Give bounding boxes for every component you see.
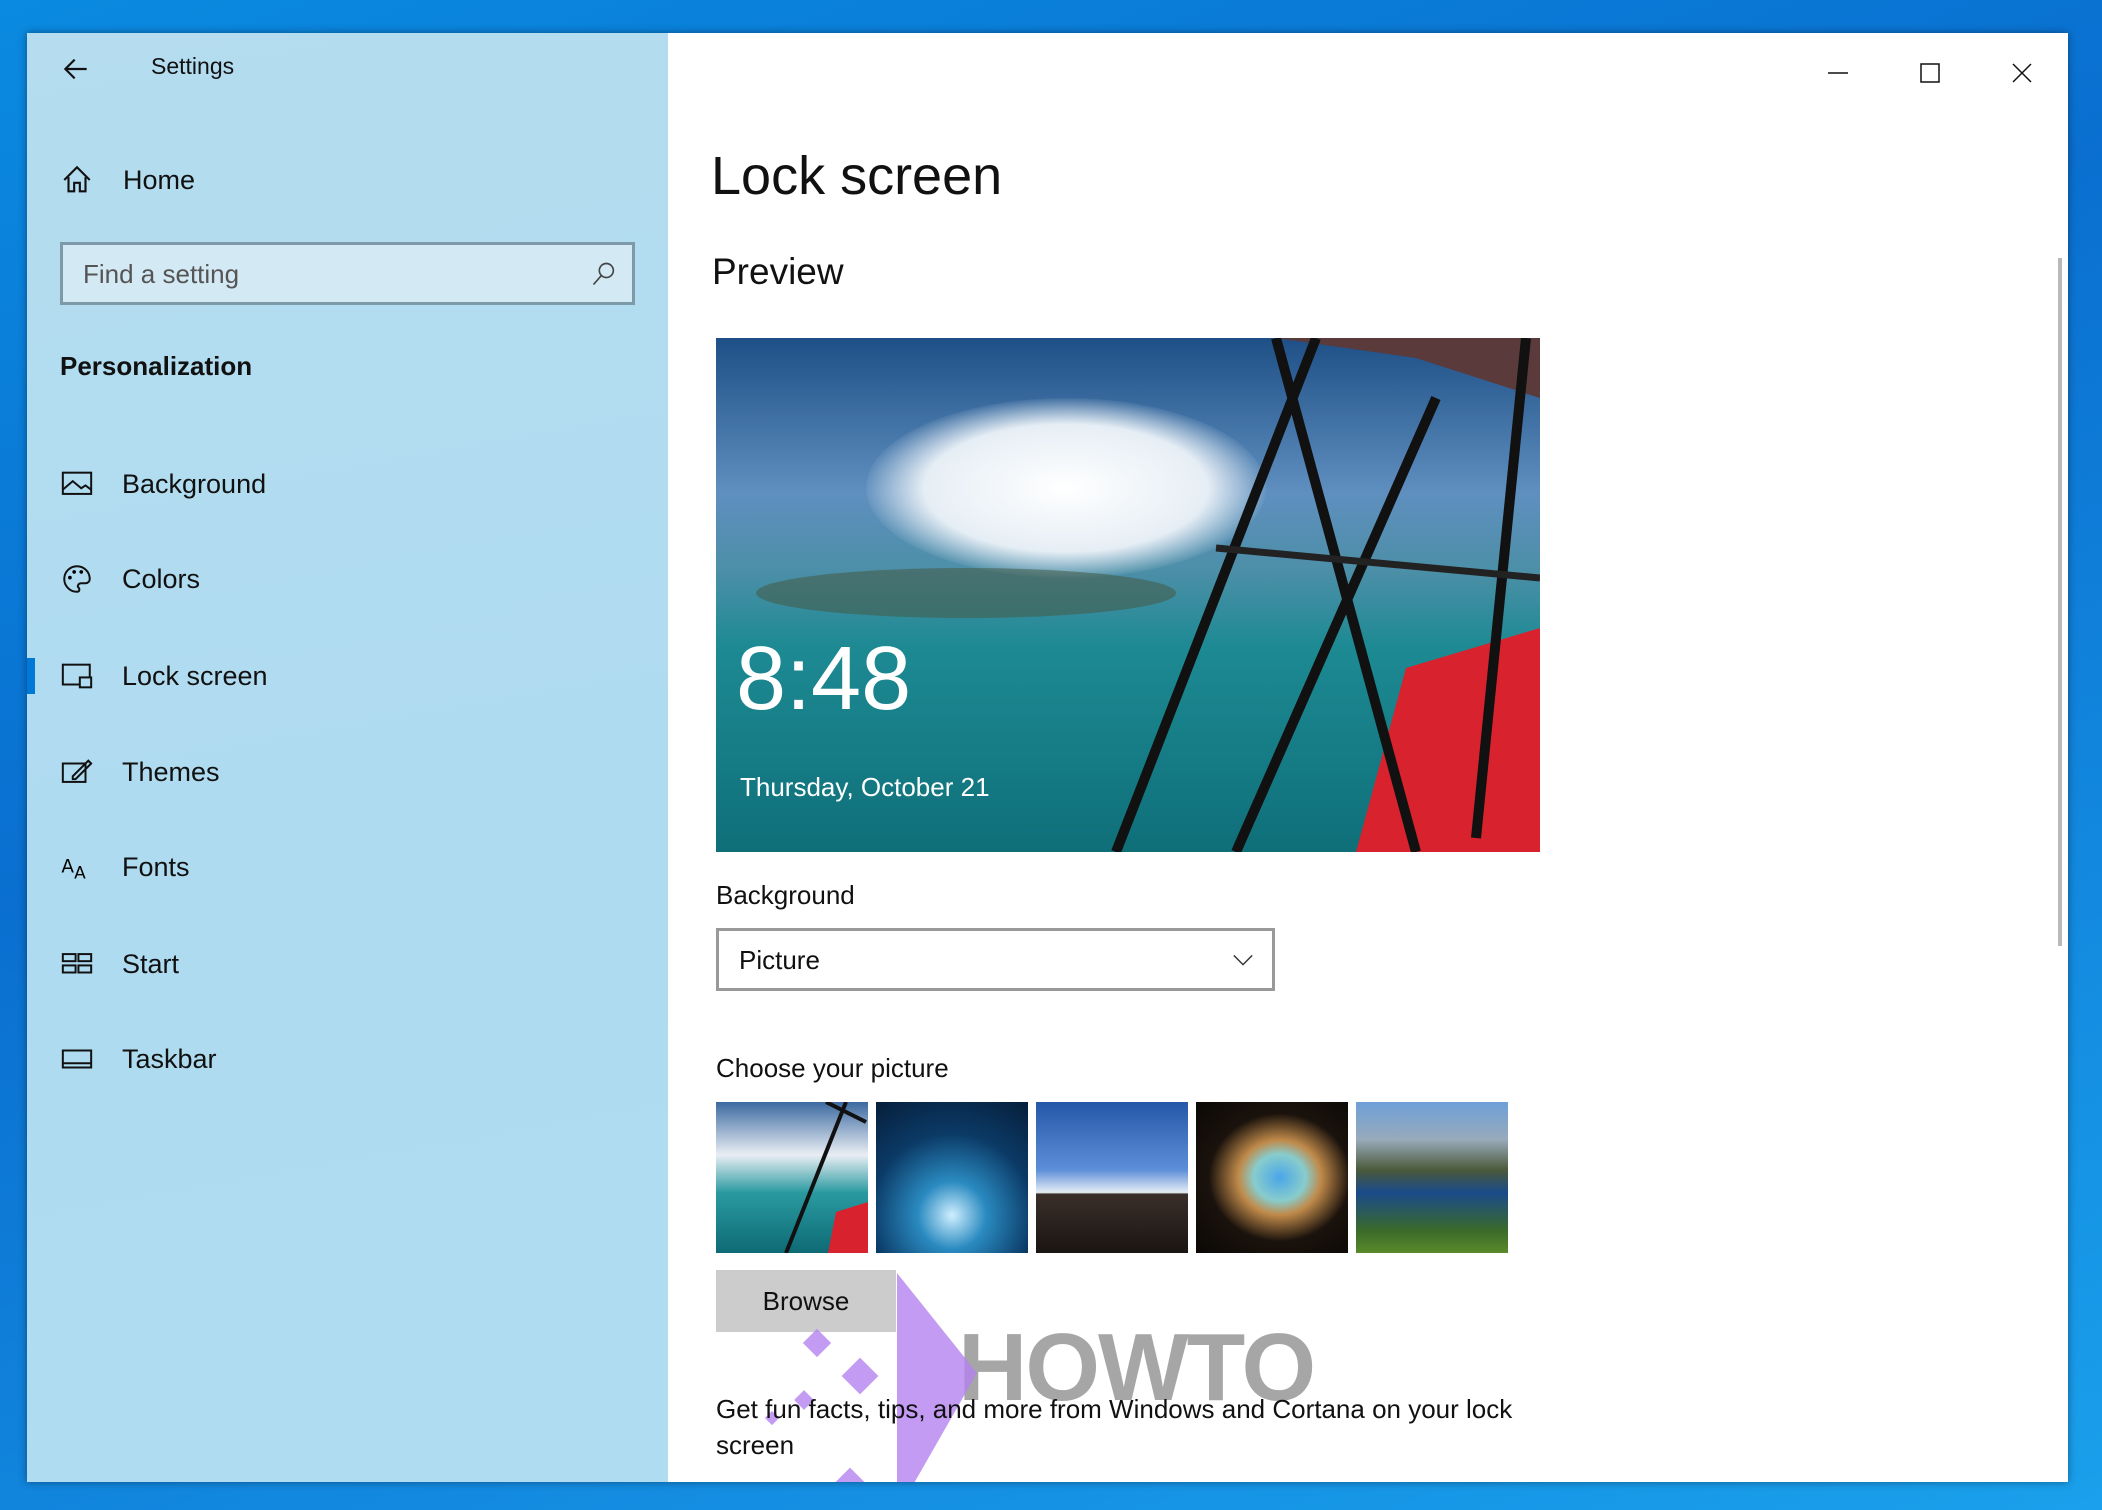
close-button[interactable] xyxy=(1992,51,2052,95)
scrollbar[interactable] xyxy=(2058,258,2062,946)
preview-date: Thursday, October 21 xyxy=(740,772,990,802)
choose-picture-label: Choose your picture xyxy=(716,1053,949,1083)
preview-heading: Preview xyxy=(712,251,844,292)
picture-thumbnail-3[interactable] xyxy=(1036,1102,1188,1253)
sidebar-item-home[interactable]: Home xyxy=(27,145,668,215)
fonts-icon: AA xyxy=(61,857,86,884)
background-label: Background xyxy=(716,880,855,910)
maximize-button[interactable] xyxy=(1900,51,1960,95)
picture-thumbnail-2[interactable] xyxy=(876,1102,1028,1253)
home-icon xyxy=(63,165,91,193)
maximize-icon xyxy=(1920,63,1940,83)
svg-text:A: A xyxy=(74,863,86,883)
fun-facts-text: Get fun facts, tips, and more from Windo… xyxy=(716,1394,1513,1460)
minimize-icon xyxy=(1828,72,1848,74)
sidebar-item-themes[interactable]: Themes xyxy=(27,737,668,807)
window-title: Settings xyxy=(151,53,235,79)
svg-text:A: A xyxy=(61,857,74,878)
sidebar-item-fonts[interactable]: A A Fonts xyxy=(27,832,668,902)
active-indicator xyxy=(27,658,35,694)
lock-screen-preview: 8:48 Thursday, October 21 xyxy=(716,338,1540,852)
chevron-down-icon xyxy=(1233,954,1253,966)
sidebar-item-taskbar[interactable]: Taskbar xyxy=(27,1024,668,1094)
search-input[interactable]: Find a setting xyxy=(60,242,635,305)
sidebar-item-lock-screen[interactable]: Lock screen xyxy=(27,641,668,711)
minimize-button[interactable] xyxy=(1808,51,1868,95)
page-title: Lock screen xyxy=(711,146,1003,206)
item-label: Themes xyxy=(122,756,220,787)
sidebar: Settings Home Find a setting Personaliza… xyxy=(27,33,668,1482)
dropdown-value: Picture xyxy=(739,945,820,975)
item-label: Colors xyxy=(122,563,201,594)
search-placeholder: Find a setting xyxy=(83,259,240,289)
picture-thumbnail-4[interactable] xyxy=(1196,1102,1348,1253)
sidebar-item-start[interactable]: Start xyxy=(27,929,668,999)
picture-thumbnail-1[interactable] xyxy=(716,1102,868,1253)
item-label: Background xyxy=(122,468,267,499)
close-icon xyxy=(2012,63,2032,83)
settings-window: Settings Home Find a setting Personaliza… xyxy=(27,33,2068,1482)
taskbar-icon xyxy=(61,1049,93,1069)
start-icon xyxy=(61,953,93,974)
background-dropdown[interactable]: Picture xyxy=(716,928,1275,991)
sidebar-item-background[interactable]: Background xyxy=(27,449,668,519)
back-arrow-icon[interactable] xyxy=(60,53,92,85)
preview-time: 8:48 xyxy=(736,629,912,729)
home-label: Home xyxy=(123,164,196,195)
section-heading: Personalization xyxy=(60,351,253,381)
item-label: Fonts xyxy=(122,851,190,882)
themes-icon xyxy=(61,759,93,783)
picture-thumbnail-5[interactable] xyxy=(1356,1102,1508,1253)
palette-icon xyxy=(63,565,91,593)
item-label: Taskbar xyxy=(122,1043,217,1074)
item-label: Lock screen xyxy=(122,660,268,691)
search-icon[interactable] xyxy=(590,260,618,288)
picture-icon xyxy=(61,471,93,495)
item-label: Start xyxy=(122,948,180,979)
lock-screen-icon xyxy=(61,663,93,689)
sidebar-item-colors[interactable]: Colors xyxy=(27,544,668,614)
